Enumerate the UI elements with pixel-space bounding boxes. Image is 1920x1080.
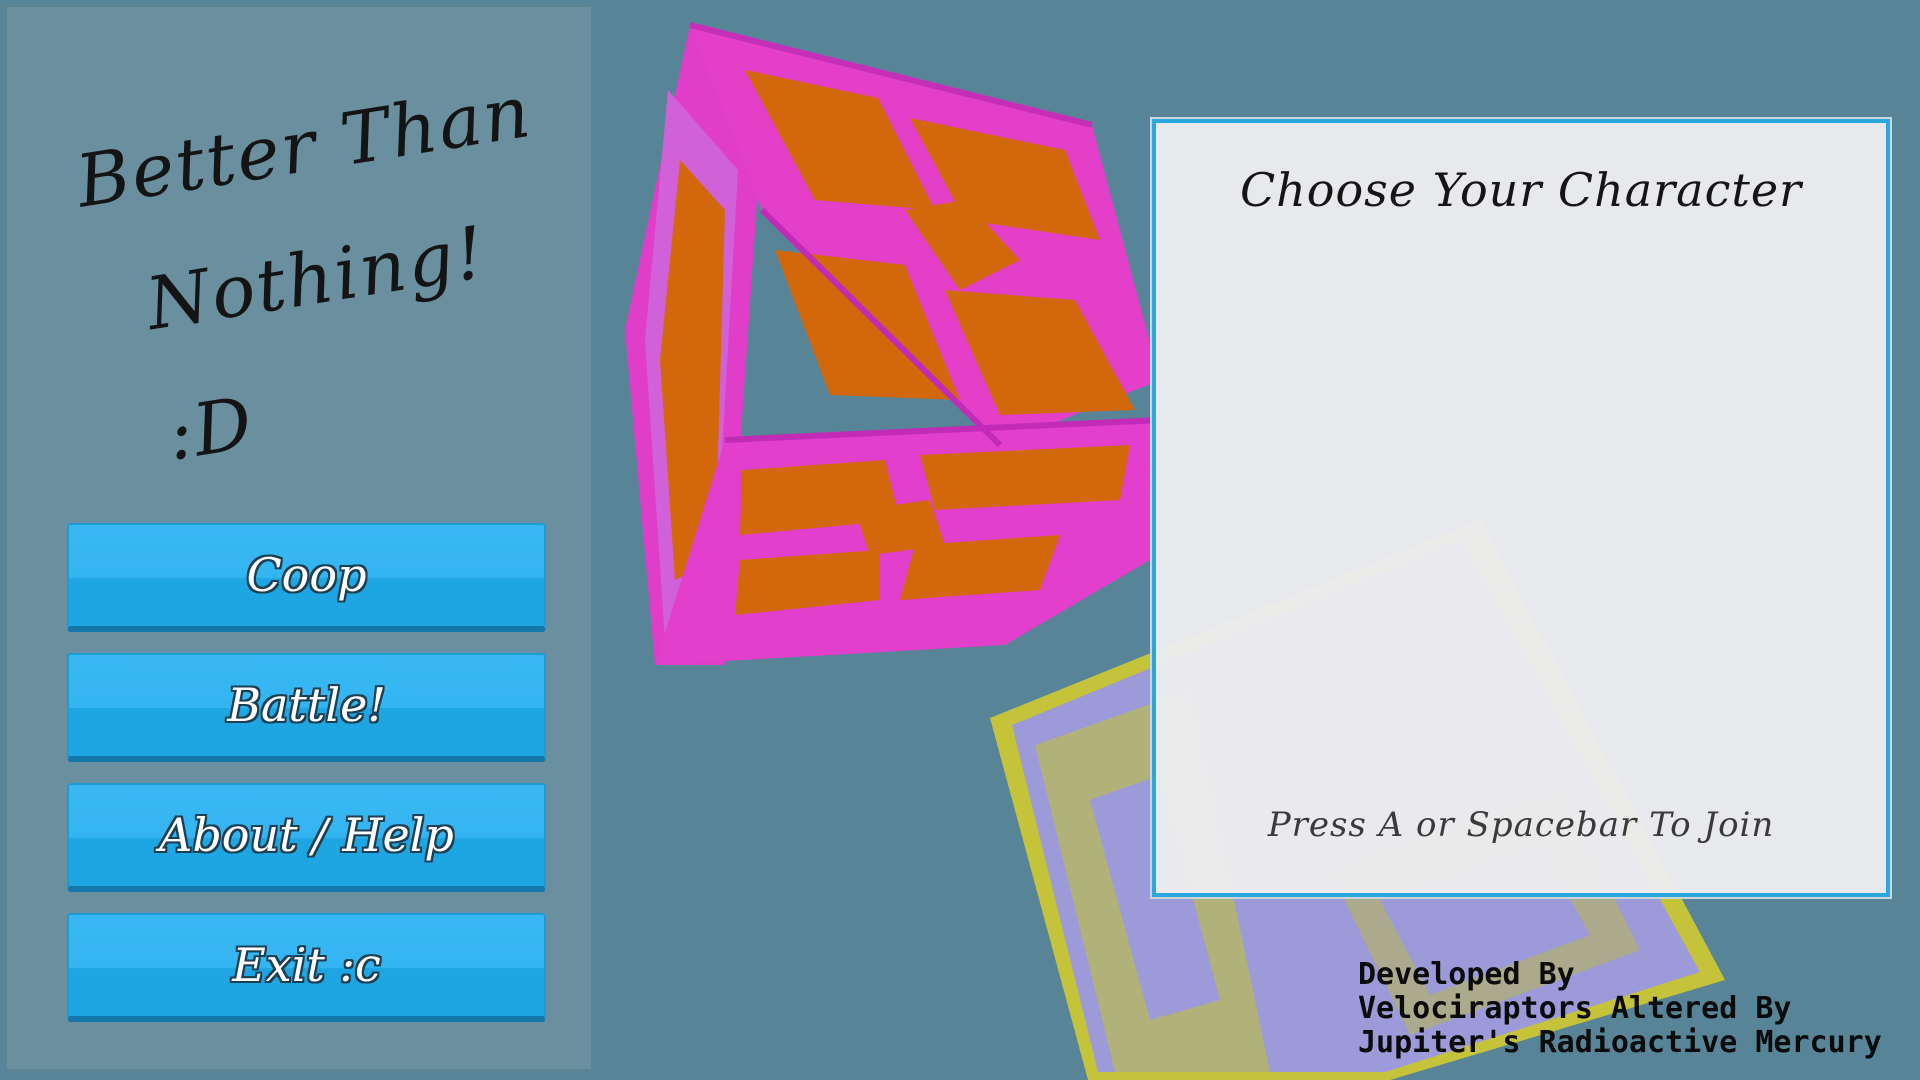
about-help-button[interactable]: About / Help: [67, 783, 546, 892]
game-title: Better Than Nothing! :D: [67, 42, 603, 508]
join-hint-text: Press A or Spacebar To Join: [1267, 805, 1775, 845]
credits: Developed By Velociraptors Altered By Ju…: [1358, 958, 1882, 1060]
character-select-panel: Choose Your Character Press A or Spaceba…: [1152, 119, 1890, 897]
main-menu-panel: Better Than Nothing! :D Coop Battle! Abo…: [4, 4, 594, 1072]
exit-button[interactable]: Exit :c: [67, 913, 546, 1022]
character-select-heading: Choose Your Character: [1239, 163, 1803, 217]
battle-button[interactable]: Battle!: [67, 653, 546, 762]
coop-button[interactable]: Coop: [67, 523, 546, 632]
credits-line1: Developed By: [1358, 957, 1575, 992]
credits-line2: Velociraptors Altered By: [1358, 991, 1792, 1026]
credits-line3: Jupiter's Radioactive Mercury: [1358, 1025, 1882, 1060]
pink-cube: [625, 22, 1161, 665]
